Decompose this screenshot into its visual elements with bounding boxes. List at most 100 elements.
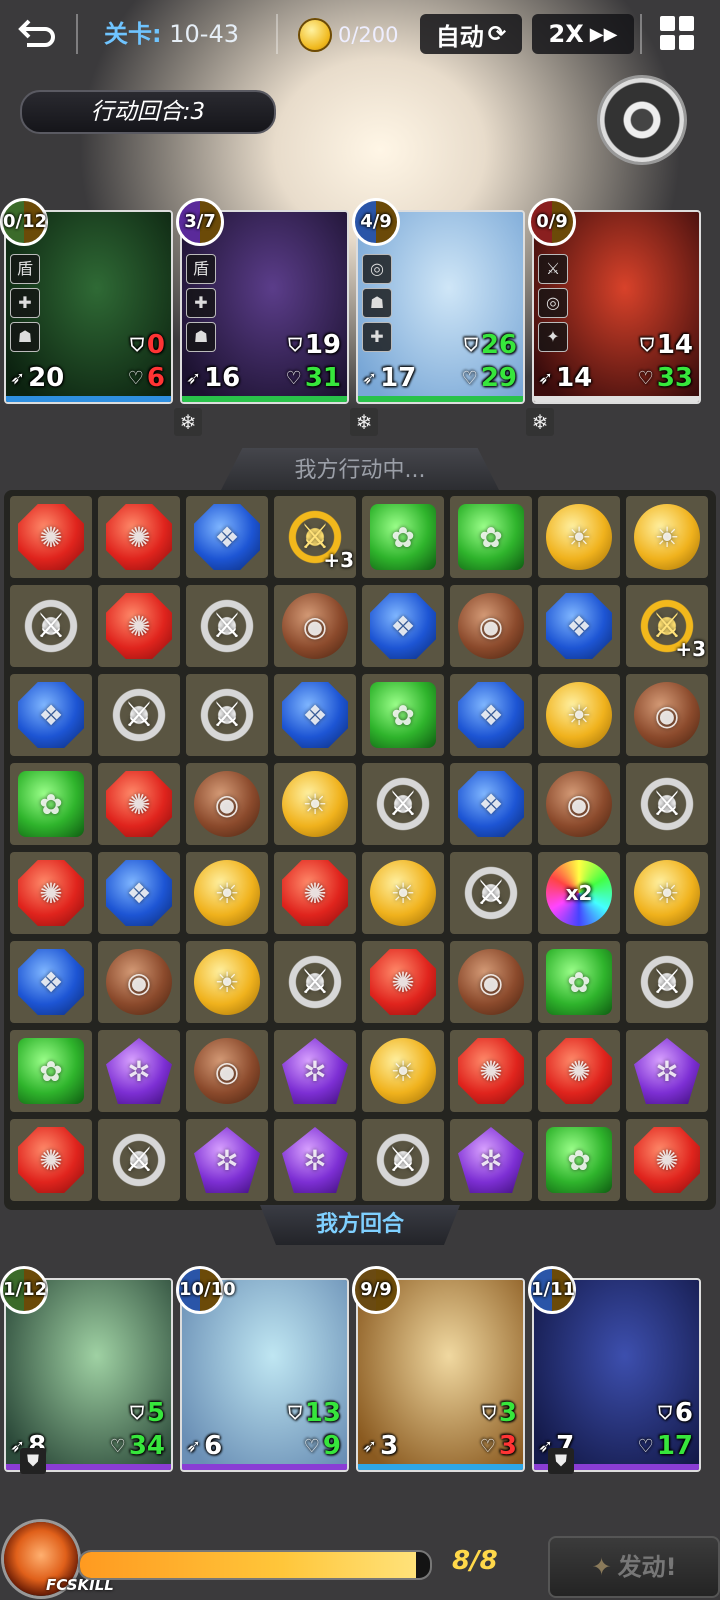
defense-value: ⛉ 6 xyxy=(658,1398,693,1428)
board-cell[interactable]: ☀ xyxy=(538,496,620,578)
board-cell[interactable]: ✿ xyxy=(538,941,620,1023)
shield-status-icon: ⛊ xyxy=(548,1448,574,1474)
board-cell[interactable]: ☀ xyxy=(538,674,620,756)
board-cell[interactable]: ◉ xyxy=(626,674,708,756)
health-icon: ♡ xyxy=(303,1436,320,1457)
skill-icon: ◎ xyxy=(362,254,392,284)
board-cell[interactable]: ✿ xyxy=(10,1030,92,1112)
energy-fill xyxy=(80,1552,416,1578)
launch-skill-button[interactable]: ✦ 发动! xyxy=(548,1536,720,1598)
board-cell[interactable]: ✺ xyxy=(98,585,180,667)
board-cell[interactable]: ☀ xyxy=(186,941,268,1023)
board-cell[interactable]: ✲ xyxy=(274,1119,356,1201)
board-cell[interactable]: ⚔ xyxy=(98,1119,180,1201)
defense-value: ⛉ 5 xyxy=(130,1398,165,1428)
health-value: ♡ 9 xyxy=(303,1431,341,1461)
board-cell[interactable]: ❖ xyxy=(450,763,532,845)
board-cell[interactable]: ✺ xyxy=(10,496,92,578)
defense-value: ⛉ 26 xyxy=(464,330,517,360)
board-cell[interactable]: ◉ xyxy=(186,1030,268,1112)
auto-button[interactable]: 自动 ⟳ xyxy=(420,14,522,54)
card-element-bar xyxy=(358,1464,523,1470)
board-cell[interactable]: ✲ xyxy=(450,1119,532,1201)
board-cell[interactable]: ❖ xyxy=(274,674,356,756)
board-cell[interactable]: ✲ xyxy=(98,1030,180,1112)
board-cell[interactable]: ◉ xyxy=(538,763,620,845)
attack-value: ➶ 3 xyxy=(362,1431,399,1461)
board-cell[interactable]: ✲ xyxy=(186,1119,268,1201)
blue-gem-icon: ❖ xyxy=(18,949,84,1015)
board-cell[interactable]: ⚔ xyxy=(98,674,180,756)
attack-icon: ➶ xyxy=(186,368,202,389)
sword-gem-icon: ⚔ xyxy=(370,771,436,837)
board-cell[interactable]: ❖ xyxy=(186,496,268,578)
board-cell[interactable]: ☀ xyxy=(362,1030,444,1112)
board-cell[interactable]: ◉ xyxy=(274,585,356,667)
board-cell[interactable]: ✺ xyxy=(626,1119,708,1201)
board-cell[interactable]: ☀ xyxy=(274,763,356,845)
board-cell[interactable]: ⚔ +3 xyxy=(626,585,708,667)
compass-button[interactable] xyxy=(600,78,684,162)
card-element-bar xyxy=(6,396,171,402)
board-cell[interactable]: ✿ xyxy=(362,496,444,578)
board-cell[interactable]: x2 xyxy=(538,852,620,934)
board-cell[interactable]: ❖ xyxy=(362,585,444,667)
yellow-gem-icon: ☀ xyxy=(370,860,436,926)
board-cell[interactable]: ⚔ xyxy=(186,674,268,756)
board-cell[interactable]: ✿ xyxy=(362,674,444,756)
board-cell[interactable]: ☀ xyxy=(186,852,268,934)
board-cell[interactable]: ☀ xyxy=(626,852,708,934)
board-cell[interactable]: ⚔ xyxy=(362,763,444,845)
health-icon: ♡ xyxy=(479,1436,496,1457)
board-cell[interactable]: ❖ xyxy=(10,674,92,756)
sword-gem-icon: ⚔ xyxy=(194,682,260,748)
board-cell[interactable]: ⚔ xyxy=(626,763,708,845)
red-gem-icon: ✺ xyxy=(282,860,348,926)
health-value: ♡ 34 xyxy=(109,1431,165,1461)
sword-gem-icon: ⚔ xyxy=(282,949,348,1015)
board-cell[interactable]: ✺ xyxy=(10,1119,92,1201)
magic-wand-icon: ✦ xyxy=(591,1553,612,1581)
board-cell[interactable]: ✺ xyxy=(450,1030,532,1112)
board-cell[interactable]: ✺ xyxy=(362,941,444,1023)
board-cell[interactable]: ⚔ xyxy=(626,941,708,1023)
board-cell[interactable]: ◉ xyxy=(186,763,268,845)
brown-gem-icon: ◉ xyxy=(194,1038,260,1104)
board-cell[interactable]: ❖ xyxy=(450,674,532,756)
board-cell[interactable]: ✿ xyxy=(538,1119,620,1201)
energy-badge: 1/12 xyxy=(0,1266,48,1314)
board-cell[interactable]: ❖ xyxy=(10,941,92,1023)
currency-count: 0/200 xyxy=(338,23,399,47)
board-cell[interactable]: ◉ xyxy=(450,941,532,1023)
attack-icon: ➶ xyxy=(186,1436,202,1457)
menu-grid-button[interactable] xyxy=(660,16,696,52)
back-button[interactable] xyxy=(14,14,60,54)
board-cell[interactable]: ✿ xyxy=(450,496,532,578)
board-cell[interactable]: ✿ xyxy=(10,763,92,845)
board-cell[interactable]: ✺ xyxy=(538,1030,620,1112)
skill-icon: ◎ xyxy=(538,288,568,318)
board-cell[interactable]: ⚔ xyxy=(186,585,268,667)
board-cell[interactable]: ✺ xyxy=(98,496,180,578)
board-cell[interactable]: ✺ xyxy=(98,763,180,845)
purple-gem-icon: ✲ xyxy=(106,1038,172,1104)
board-cell[interactable]: ✲ xyxy=(626,1030,708,1112)
board-cell[interactable]: ◉ xyxy=(98,941,180,1023)
board-cell[interactable]: ☀ xyxy=(362,852,444,934)
board-cell[interactable]: ⚔ xyxy=(274,941,356,1023)
skill-icon: ☗ xyxy=(10,322,40,352)
board-cell[interactable]: ✲ xyxy=(274,1030,356,1112)
board-cell[interactable]: ◉ xyxy=(450,585,532,667)
board-cell[interactable]: ❖ xyxy=(538,585,620,667)
board-cell[interactable]: ⚔ xyxy=(362,1119,444,1201)
board-cell[interactable]: ⚔ xyxy=(450,852,532,934)
board-cell[interactable]: ⚔ xyxy=(10,585,92,667)
board-cell[interactable]: ✺ xyxy=(10,852,92,934)
stage-value: 10-43 xyxy=(169,20,239,48)
card-element-bar xyxy=(182,1464,347,1470)
board-cell[interactable]: ✺ xyxy=(274,852,356,934)
board-cell[interactable]: ⚔ +3 xyxy=(274,496,356,578)
board-cell[interactable]: ☀ xyxy=(626,496,708,578)
board-cell[interactable]: ❖ xyxy=(98,852,180,934)
speed-button[interactable]: 2X ▶▶ xyxy=(532,14,634,54)
